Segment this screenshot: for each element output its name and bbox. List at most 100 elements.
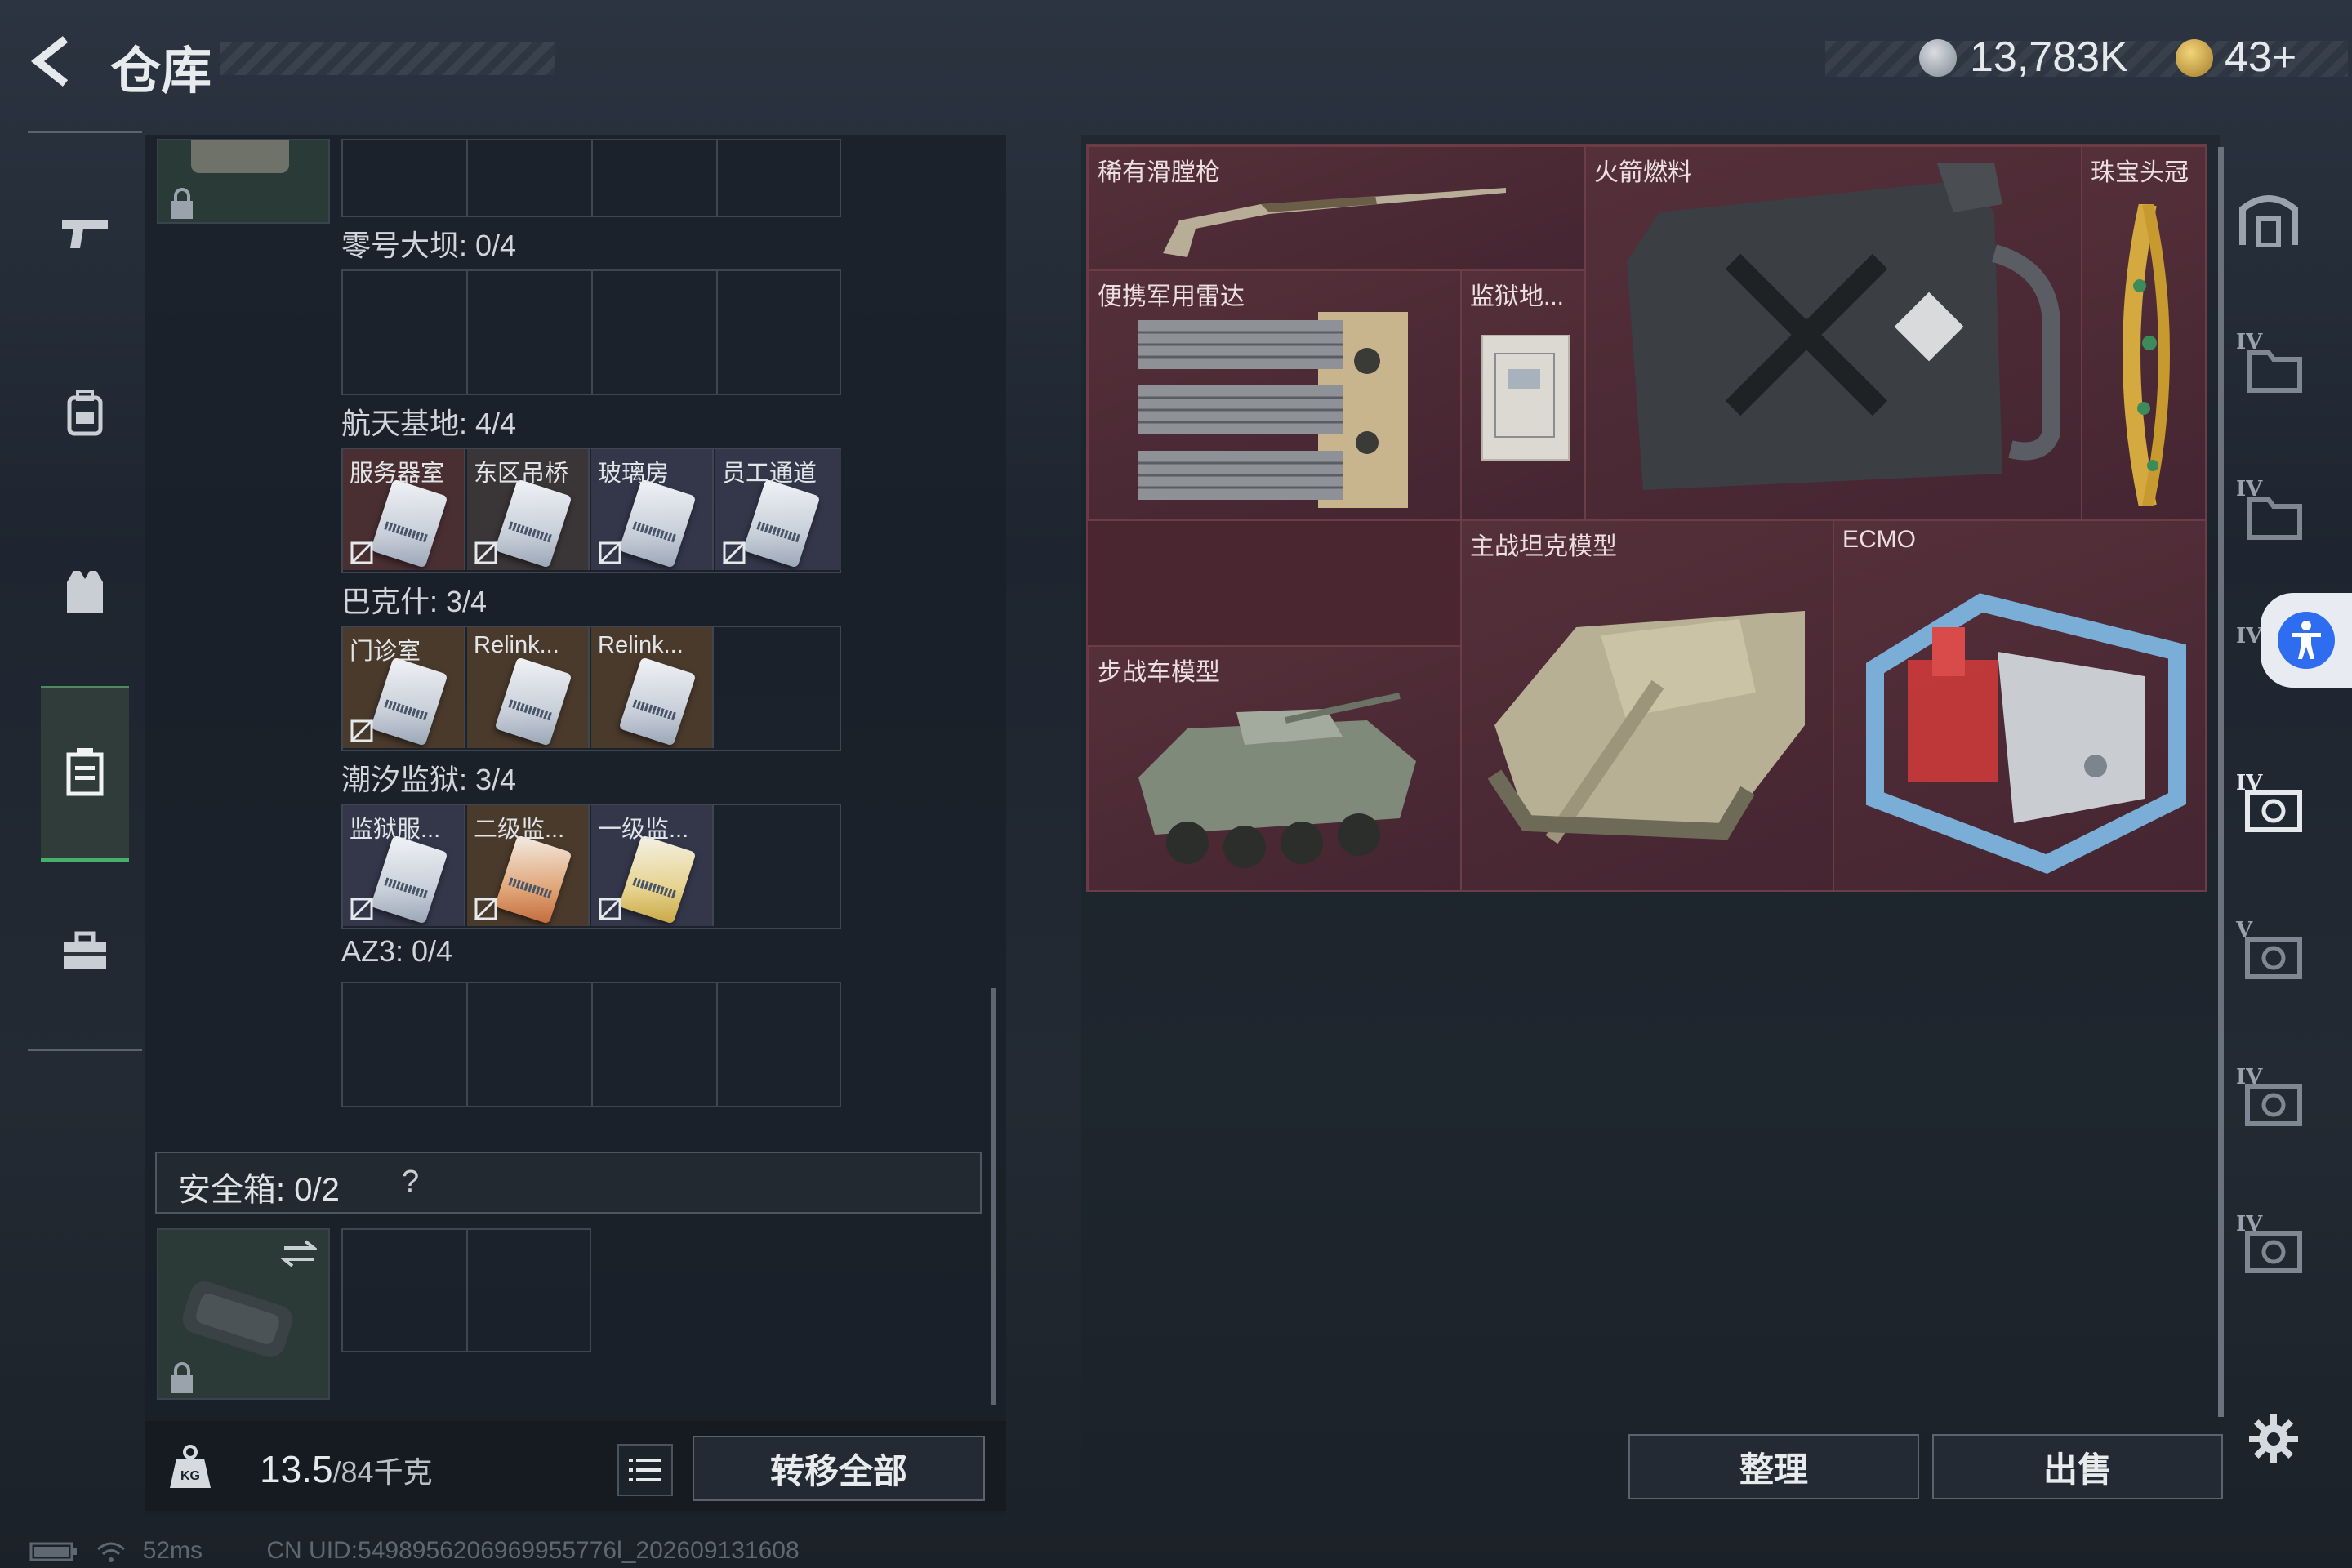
keycard-slot[interactable]: 一级监... <box>591 805 714 926</box>
no-transfer-icon <box>350 719 374 743</box>
section-title-dam: 零号大坝: 0/4 <box>341 229 517 262</box>
item-ifv-model[interactable]: 步战车模型 <box>1088 645 1462 892</box>
stash-tab[interactable]: IV <box>2236 1212 2318 1285</box>
svg-text:KG: KG <box>180 1469 200 1483</box>
weight-current: 13.5 <box>260 1448 333 1490</box>
item-prison-map[interactable]: 监狱地... <box>1460 270 1586 521</box>
keycard-image <box>494 479 572 568</box>
item-ecmo[interactable]: ECMO <box>1833 519 2207 892</box>
keycard-slot[interactable]: 玻璃房 <box>591 449 714 570</box>
gold-currency-value[interactable]: 43+ <box>2225 33 2296 82</box>
item-mbt-model[interactable]: 主战坦克模型 <box>1460 519 1834 892</box>
stash-tab[interactable]: IV <box>2236 1065 2318 1138</box>
tier-label: IV <box>2236 624 2263 648</box>
keycard-label: 一级监... <box>598 817 689 843</box>
keycard-slot[interactable]: 员工通道 <box>715 449 841 570</box>
keycard-slot[interactable]: 东区吊桥 <box>467 449 590 570</box>
keycard-image <box>370 479 448 568</box>
stash-tab[interactable]: IV <box>2236 477 2318 550</box>
keycard-case-icon[interactable] <box>56 743 114 800</box>
container-slot-top[interactable] <box>157 139 330 224</box>
tank-image <box>1487 611 1805 844</box>
keycard-slot[interactable]: Relink... <box>467 627 590 748</box>
map-image <box>1481 335 1570 461</box>
safe-box-grid[interactable] <box>341 1228 591 1352</box>
keycard-image <box>494 657 572 746</box>
keycard-grid-tidal-prison[interactable]: 监狱服... 二级监... 一级监... <box>341 804 841 929</box>
no-transfer-icon <box>350 541 374 565</box>
stash-home-tab[interactable] <box>2236 185 2318 258</box>
stash-tab[interactable]: V <box>2236 918 2318 991</box>
safe-box-slot[interactable] <box>157 1228 330 1400</box>
keycard-image <box>370 835 448 924</box>
safe-icon <box>2245 1231 2302 1273</box>
stash-tab-active[interactable]: IV <box>2236 771 2318 844</box>
keycard-grid-az3[interactable] <box>341 982 841 1107</box>
sell-button[interactable]: 出售 <box>1932 1434 2223 1499</box>
section-title-brakkesh: 巴克什: 3/4 <box>341 585 488 618</box>
gear-icon[interactable] <box>2247 1413 2300 1465</box>
safe-icon <box>2245 790 2302 832</box>
keycard-slot[interactable]: 二级监... <box>467 805 590 926</box>
keycard-slot[interactable]: 服务器室 <box>343 449 466 570</box>
wifi-icon <box>97 1542 126 1563</box>
sort-button[interactable]: 整理 <box>1628 1434 1919 1499</box>
accessibility-button[interactable] <box>2261 593 2352 688</box>
keycard-image <box>618 835 697 924</box>
title-stripe-decoration <box>220 42 555 75</box>
keycard-grid-dam[interactable] <box>341 270 841 395</box>
safe-icon <box>2245 937 2302 979</box>
folder-icon <box>2247 350 2302 393</box>
left-panel-scrollbar[interactable] <box>991 988 996 1405</box>
item-rare-musket[interactable]: 稀有滑膛枪 <box>1088 145 1586 271</box>
keycard-label: Relink... <box>598 632 684 658</box>
help-icon[interactable]: ? <box>402 1165 419 1200</box>
item-name: 便携军用雷达 <box>1098 283 1245 310</box>
stash-tab[interactable]: IV <box>2236 330 2318 403</box>
battery-icon <box>29 1542 77 1561</box>
backpack-icon[interactable] <box>56 384 114 441</box>
swap-icon[interactable] <box>281 1238 317 1269</box>
toolbox-icon[interactable] <box>56 923 114 980</box>
keycard-grid-top[interactable] <box>341 139 841 217</box>
keycard-label: 员工通道 <box>722 461 817 487</box>
safe-icon <box>2245 1084 2302 1126</box>
item-portable-radar[interactable]: 便携军用雷达 <box>1088 270 1462 521</box>
item-name: ECMO <box>1842 526 1916 553</box>
transfer-all-button[interactable]: 转移全部 <box>693 1436 985 1501</box>
keycard-slot[interactable]: 监狱服... <box>343 805 466 926</box>
list-icon <box>629 1459 662 1481</box>
left-category-nav <box>28 131 142 1054</box>
item-name: 监狱地... <box>1470 283 1565 310</box>
nav-divider <box>28 131 142 133</box>
weight-icon: KG <box>170 1445 211 1488</box>
item-jewel-crown[interactable]: 珠宝头冠 <box>2081 145 2207 521</box>
stash-house-icon <box>2239 195 2298 247</box>
ping-value: 52ms <box>142 1537 203 1564</box>
nav-divider <box>28 1049 142 1051</box>
keycard-slot[interactable]: 门诊室 <box>343 627 466 748</box>
safe-box-image <box>182 1281 293 1357</box>
keycard-grid-spaceport[interactable]: 服务器室 东区吊桥 玻璃房 员工通道 <box>341 448 841 573</box>
folder-icon <box>2247 497 2302 540</box>
back-arrow-icon[interactable] <box>24 33 82 90</box>
vest-icon[interactable] <box>56 564 114 621</box>
fuel-canister-image <box>1627 163 2060 490</box>
no-transfer-icon <box>598 897 622 921</box>
pistol-icon[interactable] <box>56 204 114 261</box>
item-name: 火箭燃料 <box>1594 159 1692 186</box>
section-title-tidal-prison: 潮汐监狱: 3/4 <box>341 763 517 796</box>
weight-max: /84千克 <box>332 1455 433 1489</box>
container-item-image <box>191 140 289 173</box>
item-name: 珠宝头冠 <box>2091 159 2189 186</box>
section-title-az3: AZ3: 0/4 <box>341 934 453 968</box>
no-transfer-icon <box>598 541 622 565</box>
item-rocket-fuel[interactable]: 火箭燃料 <box>1584 145 2082 521</box>
keycard-label: Relink... <box>474 632 559 658</box>
item-name: 主战坦克模型 <box>1470 533 1617 560</box>
list-view-button[interactable] <box>617 1444 673 1496</box>
keycard-slot[interactable]: Relink... <box>591 627 714 748</box>
keycard-grid-brakkesh[interactable]: 门诊室 Relink... Relink... <box>341 626 841 751</box>
keycard-image <box>618 479 697 568</box>
gold-coin-icon <box>2176 39 2213 77</box>
